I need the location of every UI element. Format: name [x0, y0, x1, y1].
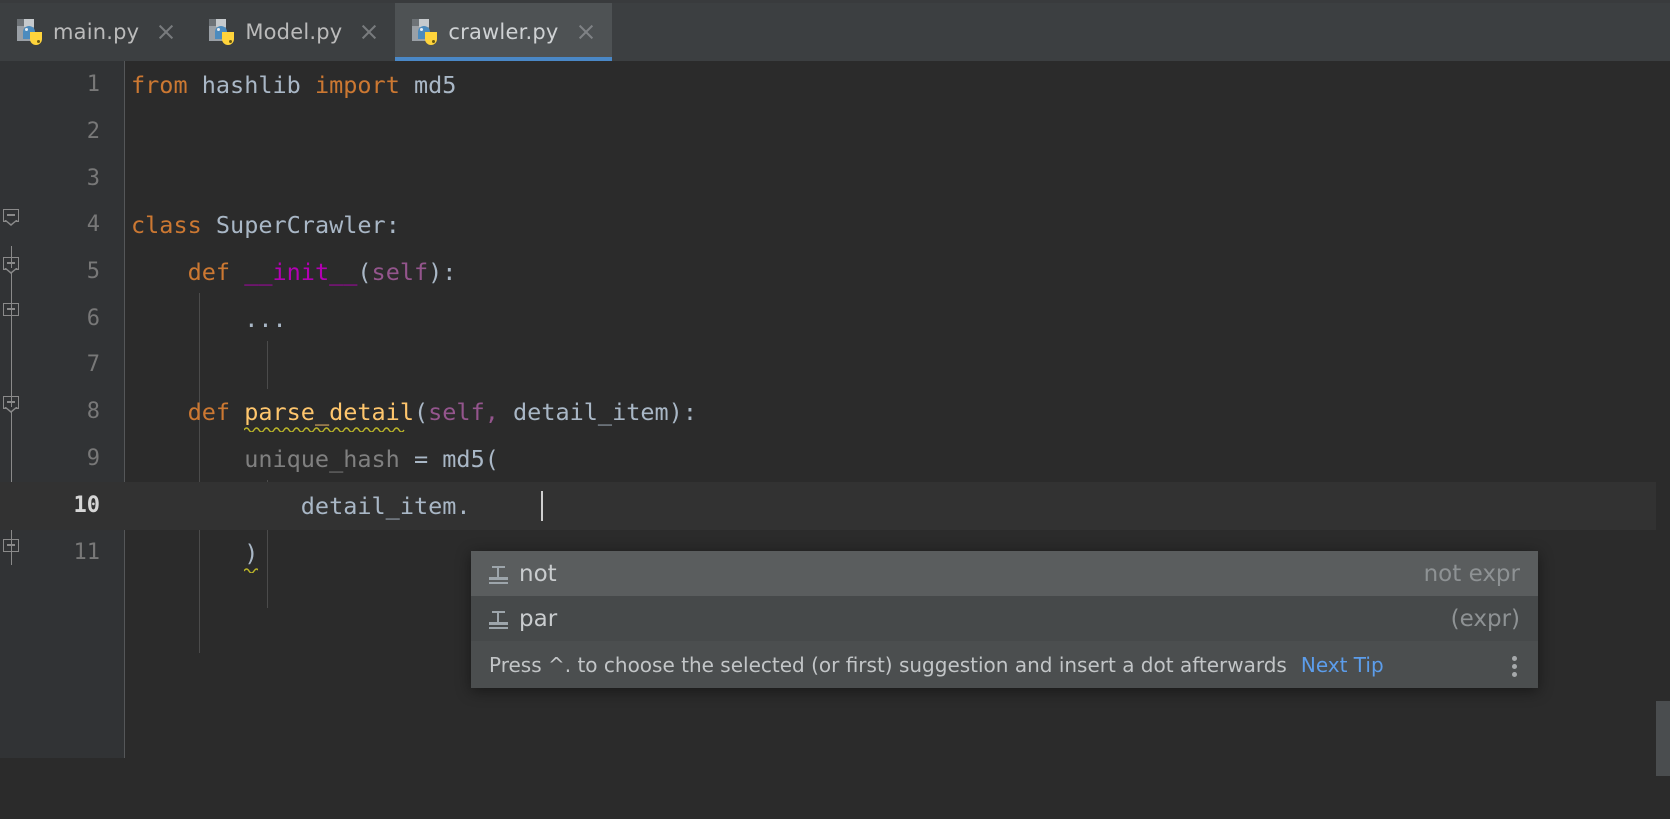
python-file-icon [16, 19, 42, 45]
line-number: 6 [86, 306, 100, 332]
keyword-class: class [131, 210, 202, 239]
paren-close-colon: ): [668, 397, 697, 426]
assign-operator: = [399, 444, 443, 473]
code-text: unique_hash = md5( [131, 445, 499, 473]
line-number: 9 [86, 446, 100, 472]
tab-crawler-py[interactable]: crawler.py [395, 3, 612, 61]
code-line[interactable]: 7 [0, 341, 1670, 389]
paren-open: ( [357, 257, 372, 286]
code-text: def __init__(self): [131, 257, 457, 286]
tab-main-py[interactable]: main.py [0, 3, 192, 61]
tab-label: crawler.py [448, 20, 559, 44]
more-vertical-icon[interactable] [1504, 650, 1526, 680]
tab-label: main.py [53, 20, 140, 44]
class-name: SuperCrawler [215, 210, 386, 239]
paren-open: ( [413, 397, 429, 426]
autocomplete-popup[interactable]: not not expr par (expr) Press ^. to choo… [471, 551, 1538, 688]
editor-tab-bar: main.py Model.py crawler.py [0, 0, 1670, 61]
code-text: ... [131, 304, 287, 333]
code-line[interactable]: 4 class SuperCrawler: [0, 201, 1670, 249]
code-line[interactable]: 1 from hashlib import md5 [0, 61, 1670, 109]
param-detail-item: detail_item [513, 397, 669, 426]
line-number: 10 [73, 493, 101, 519]
line-number: 2 [86, 119, 100, 145]
self-param: self [371, 257, 429, 286]
line-number: 7 [86, 352, 100, 378]
code-text: ) [131, 538, 259, 573]
line-number: 3 [86, 166, 100, 192]
tab-model-py[interactable]: Model.py [192, 3, 395, 61]
code-line[interactable]: 9 unique_hash = md5( [0, 435, 1670, 483]
code-text: from hashlib import md5 [131, 71, 456, 99]
self-param: self [428, 397, 485, 426]
code-line[interactable]: 5 def __init__(self): [0, 248, 1670, 296]
autocomplete-hint-bar: Press ^. to choose the selected (or firs… [471, 641, 1538, 688]
autocomplete-item-not[interactable]: not not expr [471, 551, 1538, 596]
function-name-text: parse_detail [244, 397, 414, 426]
expression-detail-item-dot: detail_item. [300, 491, 471, 520]
keyword-def: def [187, 257, 231, 286]
colon: : [385, 210, 400, 239]
keyword-def: def [187, 397, 231, 426]
code-line[interactable]: 3 [0, 155, 1670, 203]
close-icon[interactable] [156, 22, 176, 42]
autocomplete-item-tail: not expr [1423, 560, 1520, 587]
warning-squiggle [244, 426, 414, 432]
tab-list: main.py Model.py crawler.py [0, 3, 612, 61]
magic-method-name: __init__ [244, 257, 358, 286]
autocomplete-item-label: not [519, 560, 557, 587]
warning-squiggle [244, 567, 259, 573]
line-number: 8 [86, 399, 100, 425]
line-number: 4 [86, 212, 100, 238]
code-line[interactable]: 2 [0, 108, 1670, 156]
code-text: def parse_detail (self, detail_item): [131, 397, 697, 432]
code-line-current[interactable]: 10 detail_item. [0, 482, 1670, 530]
code-text: detail_item. [131, 492, 471, 520]
hint-text: Press ^. to choose the selected (or firs… [489, 652, 1287, 677]
vertical-scrollbar-thumb[interactable] [1656, 701, 1670, 776]
next-tip-link[interactable]: Next Tip [1301, 653, 1384, 677]
line-number: 1 [86, 72, 100, 98]
variable-unique-hash: unique_hash [244, 444, 400, 473]
code-line[interactable]: 6 ... [0, 295, 1670, 343]
closing-paren-text: ) [244, 538, 259, 567]
ellipsis-literal: ... [244, 304, 287, 333]
python-file-icon [411, 19, 438, 45]
autocomplete-item-label: par [519, 605, 558, 632]
imported-name: md5 [414, 70, 457, 99]
paren-close-colon: ): [428, 257, 457, 286]
code-line[interactable]: 8 def parse_detail (self, detail_item): [0, 388, 1670, 436]
close-icon[interactable] [576, 22, 596, 42]
module-name: hashlib [201, 70, 301, 99]
python-file-icon [208, 19, 235, 45]
autocomplete-item-par[interactable]: par (expr) [471, 596, 1538, 641]
text-caret [541, 491, 544, 521]
live-template-icon [487, 608, 509, 630]
line-number: 11 [73, 540, 101, 566]
call-md5: md5( [442, 444, 499, 473]
comma: , [484, 397, 514, 426]
ide-window: main.py Model.py crawler.py 1 from hashl… [0, 0, 1670, 819]
close-icon[interactable] [359, 22, 379, 42]
line-number: 5 [86, 259, 100, 285]
function-name: parse_detail [244, 397, 414, 432]
keyword-from: from [131, 70, 188, 99]
keyword-import: import [314, 70, 400, 99]
autocomplete-list[interactable]: not not expr par (expr) [471, 551, 1538, 641]
tab-label: Model.py [245, 20, 343, 44]
autocomplete-item-tail: (expr) [1450, 605, 1520, 632]
code-text: class SuperCrawler: [131, 211, 400, 239]
live-template-icon [487, 563, 509, 585]
closing-paren: ) [244, 538, 259, 573]
